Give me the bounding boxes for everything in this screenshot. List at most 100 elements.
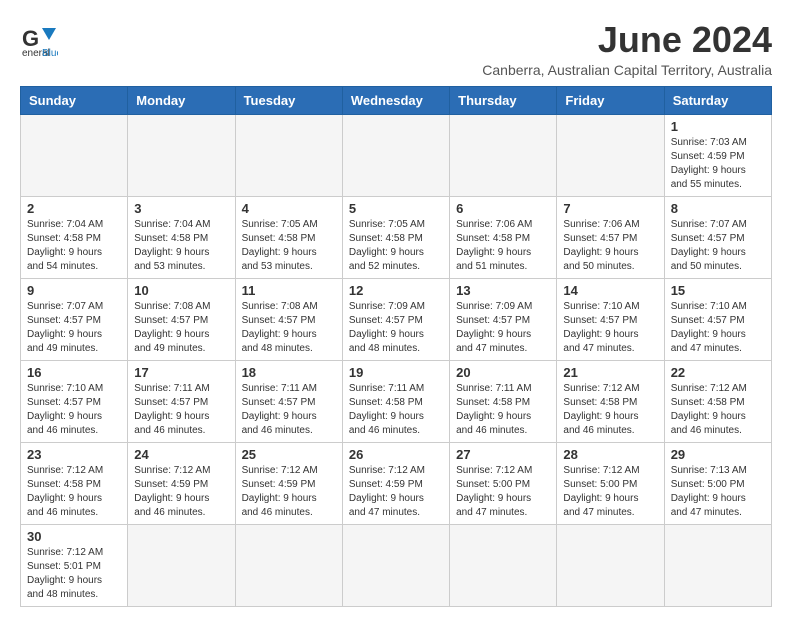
day-cell-17: 17 Sunrise: 7:11 AM Sunset: 4:57 PM Dayli… <box>128 360 235 442</box>
day-number: 14 <box>563 283 657 298</box>
calendar-row-3: 9 Sunrise: 7:07 AM Sunset: 4:57 PM Daylig… <box>21 278 772 360</box>
day-cell-22: 22 Sunrise: 7:12 AM Sunset: 4:58 PM Dayli… <box>664 360 771 442</box>
calendar-row-6: 30 Sunrise: 7:12 AM Sunset: 5:01 PM Dayli… <box>21 524 772 606</box>
sub-title: Canberra, Australian Capital Territory, … <box>482 62 772 78</box>
day-number: 6 <box>456 201 550 216</box>
day-number: 16 <box>27 365 121 380</box>
day-cell-7: 7 Sunrise: 7:06 AM Sunset: 4:57 PM Daylig… <box>557 196 664 278</box>
weekday-header-sunday: Sunday <box>21 86 128 114</box>
day-info: Sunrise: 7:04 AM Sunset: 4:58 PM Dayligh… <box>134 218 228 274</box>
day-cell-2: 2Sunrise: 7:04 AM Sunset: 4:58 PM Daylig… <box>21 196 128 278</box>
day-number: 21 <box>563 365 657 380</box>
main-title: June 2024 <box>482 20 772 60</box>
day-number: 9 <box>27 283 121 298</box>
day-cell-28: 28Sunrise: 7:12 AM Sunset: 5:00 PM Dayli… <box>557 442 664 524</box>
day-number: 5 <box>349 201 443 216</box>
day-cell-10: 10Sunrise: 7:08 AM Sunset: 4:57 PM Dayli… <box>128 278 235 360</box>
weekday-header-saturday: Saturday <box>664 86 771 114</box>
day-info: Sunrise: 7:10 AM Sunset: 4:57 PM Dayligh… <box>671 300 765 356</box>
day-number: 30 <box>27 529 121 544</box>
day-cell-14: 14Sunrise: 7:10 AM Sunset: 4:57 PM Dayli… <box>557 278 664 360</box>
day-info: Sunrise: 7:12 AM Sunset: 4:59 PM Dayligh… <box>349 464 443 520</box>
weekday-header-thursday: Thursday <box>450 86 557 114</box>
empty-cell <box>128 524 235 606</box>
day-info: Sunrise: 7:11 AM Sunset: 4:57 PM Dayligh… <box>242 382 336 438</box>
day-cell-1: 1 Sunrise: 7:03 AM Sunset: 4:59 PM Daylig… <box>664 114 771 196</box>
day-number: 29 <box>671 447 765 462</box>
day-info: Sunrise: 7:12 AM Sunset: 5:01 PM Dayligh… <box>27 546 121 602</box>
day-number: 27 <box>456 447 550 462</box>
empty-cell <box>342 524 449 606</box>
day-number: 22 <box>671 365 765 380</box>
day-cell-12: 12Sunrise: 7:09 AM Sunset: 4:57 PM Dayli… <box>342 278 449 360</box>
weekday-header-monday: Monday <box>128 86 235 114</box>
day-info: Sunrise: 7:05 AM Sunset: 4:58 PM Dayligh… <box>349 218 443 274</box>
day-cell-16: 16 Sunrise: 7:10 AM Sunset: 4:57 PM Dayli… <box>21 360 128 442</box>
day-cell-18: 18 Sunrise: 7:11 AM Sunset: 4:57 PM Dayli… <box>235 360 342 442</box>
title-area: June 2024 Canberra, Australian Capital T… <box>482 20 772 78</box>
weekday-header-tuesday: Tuesday <box>235 86 342 114</box>
day-number: 3 <box>134 201 228 216</box>
day-info: Sunrise: 7:12 AM Sunset: 5:00 PM Dayligh… <box>456 464 550 520</box>
day-info: Sunrise: 7:06 AM Sunset: 4:57 PM Dayligh… <box>563 218 657 274</box>
calendar-row-5: 23Sunrise: 7:12 AM Sunset: 4:58 PM Dayli… <box>21 442 772 524</box>
day-number: 23 <box>27 447 121 462</box>
empty-cell <box>557 524 664 606</box>
calendar-row-1: 1 Sunrise: 7:03 AM Sunset: 4:59 PM Daylig… <box>21 114 772 196</box>
calendar-row-4: 16 Sunrise: 7:10 AM Sunset: 4:57 PM Dayli… <box>21 360 772 442</box>
day-info: Sunrise: 7:03 AM Sunset: 4:59 PM Dayligh… <box>671 136 765 192</box>
day-info: Sunrise: 7:09 AM Sunset: 4:57 PM Dayligh… <box>349 300 443 356</box>
svg-text:Blue: Blue <box>42 48 58 58</box>
empty-cell <box>235 524 342 606</box>
day-info: Sunrise: 7:10 AM Sunset: 4:57 PM Dayligh… <box>27 382 121 438</box>
day-info: Sunrise: 7:07 AM Sunset: 4:57 PM Dayligh… <box>27 300 121 356</box>
day-cell-25: 25Sunrise: 7:12 AM Sunset: 4:59 PM Dayli… <box>235 442 342 524</box>
weekday-header-friday: Friday <box>557 86 664 114</box>
day-cell-11: 11 Sunrise: 7:08 AM Sunset: 4:57 PM Dayli… <box>235 278 342 360</box>
day-cell-13: 13Sunrise: 7:09 AM Sunset: 4:57 PM Dayli… <box>450 278 557 360</box>
empty-cell <box>128 114 235 196</box>
day-cell-8: 8Sunrise: 7:07 AM Sunset: 4:57 PM Daylig… <box>664 196 771 278</box>
header: G eneral Blue June 2024 Canberra, Austra… <box>20 20 772 78</box>
day-cell-30: 30 Sunrise: 7:12 AM Sunset: 5:01 PM Dayli… <box>21 524 128 606</box>
day-info: Sunrise: 7:11 AM Sunset: 4:57 PM Dayligh… <box>134 382 228 438</box>
empty-cell <box>342 114 449 196</box>
day-info: Sunrise: 7:12 AM Sunset: 4:58 PM Dayligh… <box>671 382 765 438</box>
calendar-row-2: 2 Sunrise: 7:04 AM Sunset: 4:58 PM Daylig… <box>21 196 772 278</box>
day-cell-9: 9 Sunrise: 7:07 AM Sunset: 4:57 PM Daylig… <box>21 278 128 360</box>
day-info: Sunrise: 7:11 AM Sunset: 4:58 PM Dayligh… <box>456 382 550 438</box>
day-number: 2 <box>27 201 121 216</box>
day-number: 4 <box>242 201 336 216</box>
day-cell-23: 23Sunrise: 7:12 AM Sunset: 4:58 PM Dayli… <box>21 442 128 524</box>
day-number: 26 <box>349 447 443 462</box>
day-cell-29: 29Sunrise: 7:13 AM Sunset: 5:00 PM Dayli… <box>664 442 771 524</box>
day-cell-24: 24Sunrise: 7:12 AM Sunset: 4:59 PM Dayli… <box>128 442 235 524</box>
day-cell-26: 26 Sunrise: 7:12 AM Sunset: 4:59 PM Dayli… <box>342 442 449 524</box>
day-cell-19: 19 Sunrise: 7:11 AM Sunset: 4:58 PM Dayli… <box>342 360 449 442</box>
logo-icon: G eneral Blue <box>20 20 58 58</box>
empty-cell <box>235 114 342 196</box>
day-info: Sunrise: 7:12 AM Sunset: 5:00 PM Dayligh… <box>563 464 657 520</box>
day-info: Sunrise: 7:05 AM Sunset: 4:58 PM Dayligh… <box>242 218 336 274</box>
empty-cell <box>21 114 128 196</box>
weekday-header-wednesday: Wednesday <box>342 86 449 114</box>
day-info: Sunrise: 7:11 AM Sunset: 4:58 PM Dayligh… <box>349 382 443 438</box>
empty-cell <box>450 524 557 606</box>
day-info: Sunrise: 7:07 AM Sunset: 4:57 PM Dayligh… <box>671 218 765 274</box>
day-info: Sunrise: 7:12 AM Sunset: 4:59 PM Dayligh… <box>134 464 228 520</box>
day-number: 18 <box>242 365 336 380</box>
day-cell-21: 21Sunrise: 7:12 AM Sunset: 4:58 PM Dayli… <box>557 360 664 442</box>
day-info: Sunrise: 7:08 AM Sunset: 4:57 PM Dayligh… <box>242 300 336 356</box>
empty-cell <box>557 114 664 196</box>
day-number: 17 <box>134 365 228 380</box>
day-number: 7 <box>563 201 657 216</box>
day-number: 1 <box>671 119 765 134</box>
day-cell-6: 6 Sunrise: 7:06 AM Sunset: 4:58 PM Daylig… <box>450 196 557 278</box>
day-number: 11 <box>242 283 336 298</box>
day-number: 19 <box>349 365 443 380</box>
day-info: Sunrise: 7:08 AM Sunset: 4:57 PM Dayligh… <box>134 300 228 356</box>
day-info: Sunrise: 7:06 AM Sunset: 4:58 PM Dayligh… <box>456 218 550 274</box>
day-info: Sunrise: 7:12 AM Sunset: 4:59 PM Dayligh… <box>242 464 336 520</box>
day-cell-3: 3 Sunrise: 7:04 AM Sunset: 4:58 PM Daylig… <box>128 196 235 278</box>
empty-cell <box>664 524 771 606</box>
